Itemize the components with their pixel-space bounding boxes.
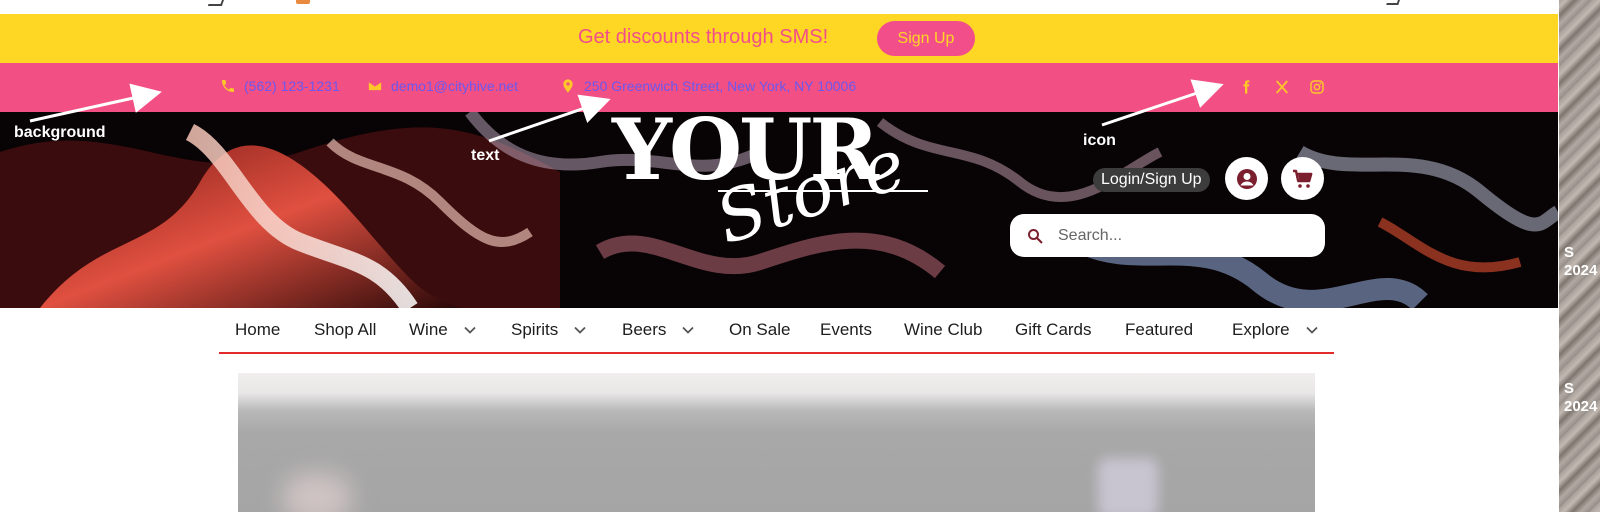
collage-edge (1558, 0, 1559, 512)
main-nav: Home Shop All Wine Spirits Beers On Sale Event… (219, 308, 1334, 354)
collage-text-2-line2: 2024 (1564, 398, 1598, 415)
search-bar[interactable] (1010, 214, 1325, 257)
account-button[interactable] (1225, 157, 1268, 200)
sms-signup-button[interactable]: Sign Up (877, 21, 975, 56)
nav-item-explore[interactable]: Explore (1232, 320, 1318, 340)
nav-item-label: Shop All (314, 320, 377, 339)
side-collage-image: S 2024 S 2024 (1558, 0, 1600, 512)
collage-text-2-line1: S (1564, 380, 1575, 397)
collage-text-1: S 2024 (1564, 244, 1597, 280)
nav-item-label: Wine (409, 320, 448, 339)
hero-banner: YOUR Store Login/Sign Up (0, 112, 1558, 308)
nav-item-label: Events (820, 320, 872, 339)
nav-item-home[interactable]: Home (235, 320, 280, 340)
contact-address-link[interactable]: 250 Greenwich Street, New York, NY 10006 (560, 78, 856, 94)
shopping-cart-icon (1292, 169, 1312, 188)
cart-button[interactable] (1281, 157, 1324, 200)
nav-item-label: Wine Club (904, 320, 983, 339)
contact-phone-text: (562) 123-1231 (244, 78, 340, 94)
envelope-icon (367, 80, 383, 92)
search-input[interactable] (1056, 225, 1310, 246)
search-icon (1028, 228, 1043, 243)
nav-item-label: Beers (622, 320, 667, 339)
map-pin-icon (563, 79, 573, 93)
annotation-label-icon: icon (1083, 132, 1116, 149)
contact-address-text: 250 Greenwich Street, New York, NY 10006 (584, 78, 857, 94)
phone-icon (222, 80, 234, 92)
x-icon[interactable] (1272, 77, 1292, 97)
sms-promo-text: Get discounts through SMS! (578, 26, 829, 48)
main-hero-image (238, 373, 1315, 512)
contact-bar: (562) 123-1231 demo1@cityhive.net 250 Gr… (0, 63, 1558, 112)
instagram-icon[interactable] (1307, 77, 1327, 97)
chevron-down-icon (1306, 326, 1318, 334)
collage-text-1-line2: 2024 (1564, 262, 1598, 279)
contact-phone-link[interactable]: (562) 123-1231 (220, 78, 340, 94)
nav-item-shop-all[interactable]: Shop All (314, 320, 376, 340)
sms-promo-bar: Get discounts through SMS! Sign Up (0, 14, 1558, 63)
chevron-down-icon (574, 326, 586, 334)
nav-item-label: Explore (1232, 320, 1290, 339)
contact-email-text: demo1@cityhive.net (391, 78, 519, 94)
nav-item-wine-club[interactable]: Wine Club (904, 320, 982, 340)
nav-item-label: Home (235, 320, 281, 339)
chevron-down-icon (464, 326, 476, 334)
nav-item-gift-cards[interactable]: Gift Cards (1015, 320, 1092, 340)
top-fragment-icon (207, 0, 227, 6)
nav-item-label: Gift Cards (1015, 320, 1092, 339)
collage-text-1-line1: S (1564, 244, 1575, 261)
browser-top-strip (0, 0, 1558, 15)
login-signup-button[interactable]: Login/Sign Up (1093, 168, 1210, 192)
nav-item-featured[interactable]: Featured (1125, 320, 1193, 340)
annotation-label-background: background (14, 124, 106, 141)
nav-item-label: Featured (1125, 320, 1194, 339)
chevron-down-icon (682, 326, 695, 334)
nav-item-label: Spirits (511, 320, 559, 339)
annotation-label-text: text (471, 147, 500, 164)
nav-item-beers[interactable]: Beers (622, 320, 695, 340)
top-fragment-icon (296, 0, 310, 4)
facebook-icon[interactable] (1236, 77, 1256, 97)
blurred-logo-shape (1098, 458, 1158, 512)
top-fragment-icon (1386, 0, 1402, 5)
user-icon (1236, 168, 1257, 189)
collage-text-2: S 2024 (1564, 380, 1597, 416)
nav-item-wine[interactable]: Wine (409, 320, 476, 340)
blurred-image-shape (282, 473, 352, 512)
nav-item-spirits[interactable]: Spirits (511, 320, 586, 340)
nav-item-on-sale[interactable]: On Sale (729, 320, 790, 340)
contact-email-link[interactable]: demo1@cityhive.net (367, 78, 518, 94)
nav-item-label: On Sale (729, 320, 791, 339)
nav-item-events[interactable]: Events (820, 320, 872, 340)
